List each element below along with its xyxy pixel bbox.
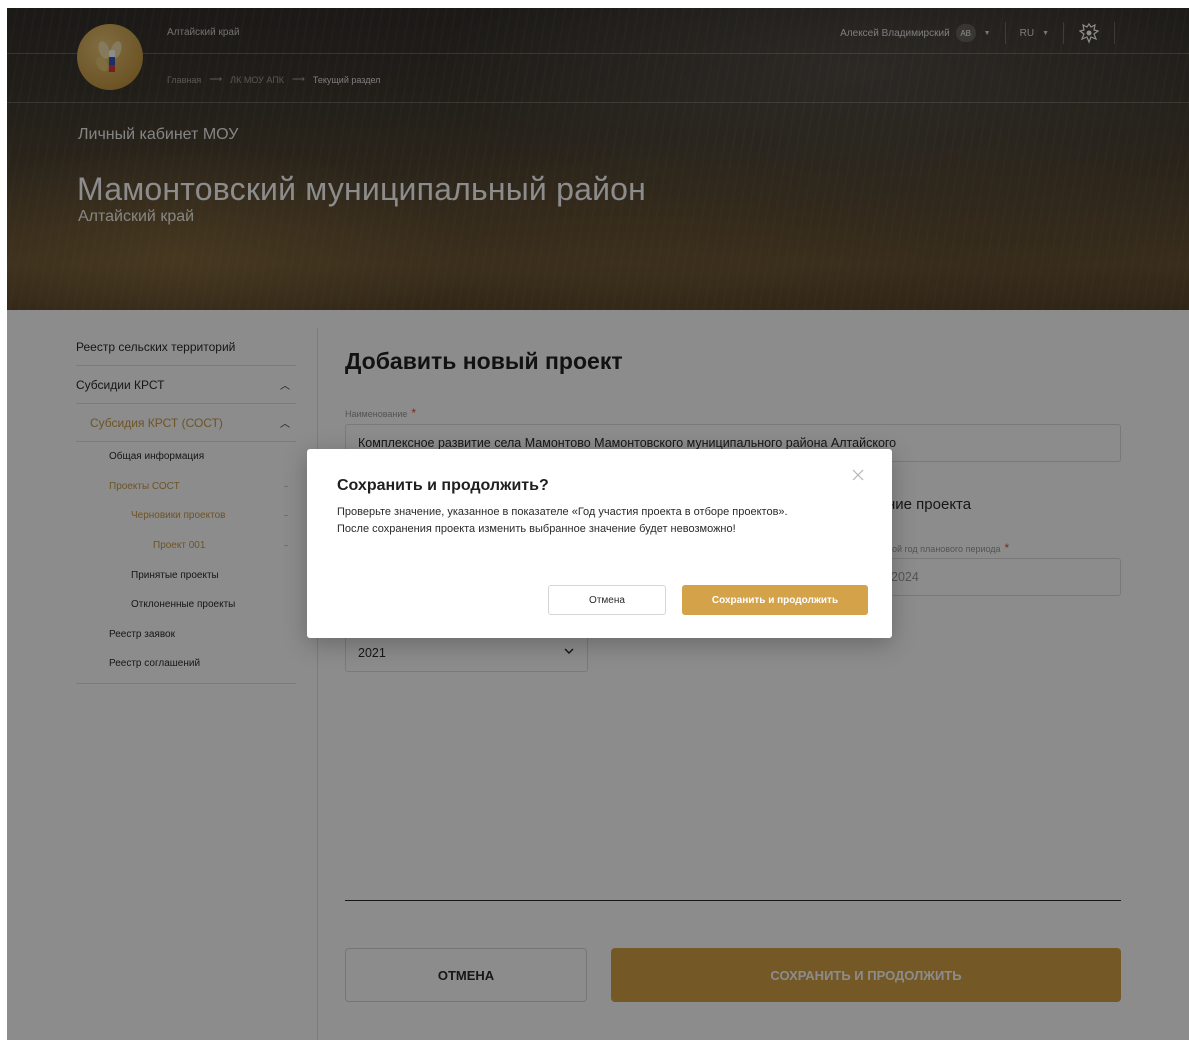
dialog-title: Сохранить и продолжить? (337, 477, 549, 494)
dialog-cancel-button[interactable]: Отмена (548, 585, 666, 615)
confirm-dialog: Сохранить и продолжить? Проверьте значен… (307, 449, 892, 638)
close-icon[interactable] (852, 469, 864, 481)
page: Алтайский край Главная ⟶ ЛК МОУ АПК ⟶ Те… (7, 8, 1189, 1040)
dialog-message: Проверьте значение, указанное в показате… (337, 506, 788, 535)
dialog-confirm-button[interactable]: Сохранить и продолжить (682, 585, 868, 615)
